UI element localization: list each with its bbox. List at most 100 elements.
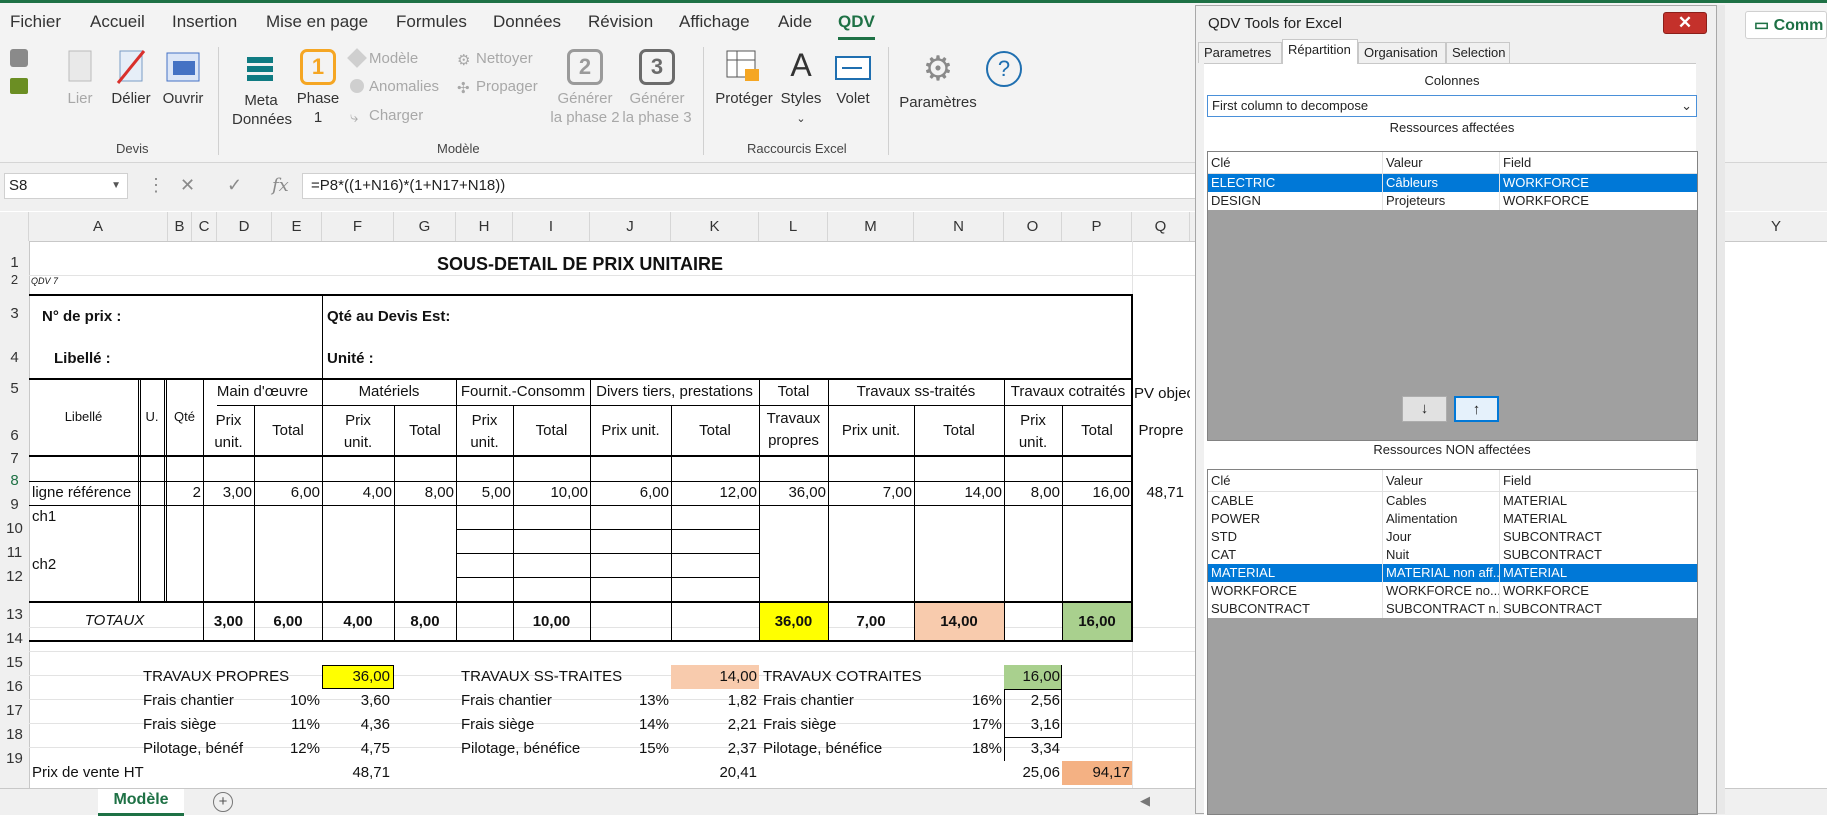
value-cell[interactable]: 3,34	[1004, 740, 1060, 757]
propager-button[interactable]: ✣ Propager	[457, 78, 538, 97]
volet-button[interactable]: Volet	[830, 49, 876, 108]
ouvrir-button[interactable]: Ouvrir	[160, 49, 206, 108]
col-header-q[interactable]: Q	[1132, 212, 1190, 241]
value-cell[interactable]: 3,60	[322, 692, 390, 709]
tab-mise-en-page[interactable]: Mise en page	[266, 12, 368, 32]
row-header[interactable]: 2	[0, 273, 29, 287]
list-item[interactable]: CABLE Cables MATERIAL	[1208, 492, 1697, 510]
list-item[interactable]: ELECTRIC Câbleurs WORKFORCE	[1208, 174, 1697, 192]
delier-button[interactable]: Délier	[108, 49, 154, 108]
vertical-scrollbar[interactable]	[1717, 5, 1725, 814]
name-box[interactable]: S8 ▼	[4, 173, 128, 199]
move-up-button[interactable]: ↑	[1454, 396, 1499, 422]
add-sheet-icon[interactable]: +	[213, 792, 233, 812]
parametres-button[interactable]: ⚙ Paramètres	[898, 49, 978, 112]
tab-selection[interactable]: Selection	[1446, 42, 1510, 63]
value-cell[interactable]: 2,21	[671, 716, 757, 733]
cancel-icon[interactable]: ✕	[180, 175, 195, 196]
pct-cell[interactable]: 12%	[254, 740, 320, 757]
value-cell[interactable]: 3,16	[1004, 716, 1060, 733]
row8-cell[interactable]: 10,00	[513, 484, 588, 501]
list-item[interactable]: STD Jour SUBCONTRACT	[1208, 528, 1697, 546]
pct-cell[interactable]: 16%	[914, 692, 1002, 709]
row8-cell[interactable]: 4,00	[322, 484, 392, 501]
row8-cell[interactable]: 8,00	[1004, 484, 1060, 501]
list-item[interactable]: MATERIAL MATERIAL non aff... MATERIAL	[1208, 564, 1697, 582]
column-header-field[interactable]: Field	[1500, 152, 1697, 173]
list-item[interactable]: SUBCONTRACT SUBCONTRACT n... SUBCONTRACT	[1208, 600, 1697, 618]
value-cell[interactable]: 1,82	[671, 692, 757, 709]
fx-icon[interactable]: fx	[272, 175, 289, 196]
styles-button[interactable]: A Styles ⌄	[777, 45, 825, 129]
row8-cell[interactable]: 48,71	[1132, 484, 1184, 501]
confirm-icon[interactable]: ✓	[227, 175, 242, 196]
tab-donnees[interactable]: Données	[493, 12, 561, 32]
total-cell[interactable]: 16,00	[1062, 613, 1132, 630]
row8-cell[interactable]: 8,00	[394, 484, 454, 501]
modele-button[interactable]: Modèle	[347, 48, 418, 68]
col-header-j[interactable]: J	[590, 212, 671, 241]
total-cell[interactable]: 10,00	[513, 613, 590, 630]
row-header[interactable]: 5	[0, 373, 29, 401]
column-header-valeur[interactable]: Valeur	[1383, 470, 1500, 491]
column-header-valeur[interactable]: Valeur	[1383, 152, 1500, 173]
row8-cell[interactable]: 6,00	[590, 484, 669, 501]
row8-cell[interactable]: 5,00	[456, 484, 511, 501]
column-select[interactable]: First column to decompose ⌄	[1207, 95, 1697, 117]
row-header[interactable]: 9	[0, 493, 29, 517]
row8-cell[interactable]: 12,00	[671, 484, 757, 501]
pv-total-value[interactable]: 94,17	[1062, 764, 1130, 781]
row-header[interactable]: 11	[0, 541, 29, 565]
value-cell[interactable]: 4,36	[322, 716, 390, 733]
lier-button[interactable]: Lier	[60, 49, 100, 108]
tab-revision[interactable]: Révision	[588, 12, 653, 32]
col-header-y[interactable]: Y	[1725, 212, 1827, 241]
close-button[interactable]: ✕	[1663, 12, 1707, 34]
pct-cell[interactable]: 17%	[914, 716, 1002, 733]
tab-fichier[interactable]: Fichier	[10, 12, 61, 32]
total-cell[interactable]: 3,00	[203, 613, 254, 630]
row-header[interactable]: 3	[0, 287, 29, 331]
col-header-a[interactable]: A	[29, 212, 168, 241]
col-header-m[interactable]: M	[828, 212, 914, 241]
row8-cell[interactable]: 16,00	[1062, 484, 1130, 501]
col-header-l[interactable]: L	[759, 212, 828, 241]
pv-tss-value[interactable]: 20,41	[671, 764, 757, 781]
column-header-cle[interactable]: Clé	[1208, 152, 1383, 173]
row8-cell[interactable]: 36,00	[759, 484, 826, 501]
col-header-k[interactable]: K	[671, 212, 759, 241]
pct-cell[interactable]: 11%	[254, 716, 320, 733]
total-cell[interactable]: 7,00	[828, 613, 914, 630]
row-header[interactable]: 19	[0, 747, 29, 771]
phase1-button[interactable]: 1 Phase 1	[296, 49, 340, 127]
pct-cell[interactable]: 15%	[590, 740, 669, 757]
row-header[interactable]: 16	[0, 675, 29, 699]
bug-icon[interactable]	[10, 78, 28, 94]
tab-aide[interactable]: Aide	[778, 12, 812, 32]
total-cell[interactable]: 36,00	[759, 613, 828, 630]
pct-cell[interactable]: 13%	[590, 692, 669, 709]
row8-cell[interactable]: 7,00	[828, 484, 912, 501]
nettoyer-button[interactable]: ⚙ Nettoyer	[457, 50, 533, 69]
pct-cell[interactable]: 14%	[590, 716, 669, 733]
row-header[interactable]: 15	[0, 651, 29, 675]
sheet-tab-modele[interactable]: Modèle	[98, 789, 184, 816]
list-item[interactable]: DESIGN Projeteurs WORKFORCE	[1208, 192, 1697, 210]
help-icon[interactable]: ?	[986, 51, 1022, 87]
select-all-corner[interactable]	[0, 212, 29, 241]
row-header[interactable]: 8	[0, 469, 29, 493]
column-header-cle[interactable]: Clé	[1208, 470, 1383, 491]
non-affected-resources-list[interactable]: Clé Valeur Field CABLE Cables MATERIAL P…	[1207, 469, 1698, 815]
scroll-left-icon[interactable]: ◀	[1140, 793, 1150, 809]
total-cell[interactable]: 8,00	[394, 613, 456, 630]
tab-accueil[interactable]: Accueil	[90, 12, 145, 32]
move-down-button[interactable]: ↓	[1402, 396, 1447, 422]
row-header[interactable]: 7	[0, 447, 29, 469]
col-header-h[interactable]: H	[456, 212, 513, 241]
row8-cell[interactable]: 6,00	[254, 484, 320, 501]
col-header-e[interactable]: E	[272, 212, 322, 241]
list-item[interactable]: POWER Alimentation MATERIAL	[1208, 510, 1697, 528]
row8-cell[interactable]: 14,00	[914, 484, 1002, 501]
value-cell[interactable]: 2,37	[671, 740, 757, 757]
cube-icon[interactable]	[10, 49, 28, 67]
